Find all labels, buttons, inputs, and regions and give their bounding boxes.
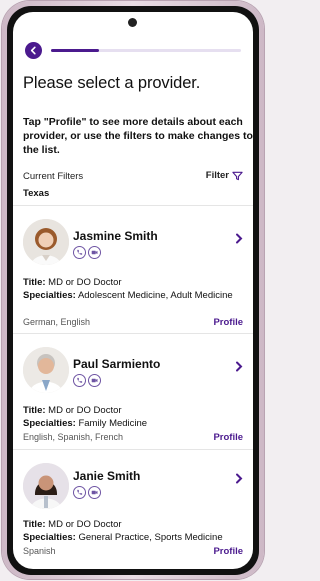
specialties-label: Specialties: xyxy=(23,290,76,301)
provider-name: Janie Smith xyxy=(73,469,141,483)
avatar xyxy=(23,347,69,393)
progress-bar xyxy=(51,49,241,52)
chevron-right-icon[interactable] xyxy=(235,359,243,377)
specialties-value: Family Medicine xyxy=(78,418,148,429)
contact-badges xyxy=(73,246,101,259)
phone-icon xyxy=(73,246,86,259)
provider-specialties: Specialties: Family Medicine xyxy=(23,418,253,430)
phone-icon xyxy=(73,486,86,499)
profile-link[interactable]: Profile xyxy=(213,432,243,443)
title-value: MD or DO Doctor xyxy=(48,519,122,530)
current-filters-label: Current Filters xyxy=(23,171,84,182)
profile-link[interactable]: Profile xyxy=(213,317,243,328)
provider-card[interactable]: Janie Smith Title: MD or DO Doctor Speci… xyxy=(13,449,253,564)
contact-badges xyxy=(73,486,101,499)
provider-title: Title: MD or DO Doctor xyxy=(23,277,253,289)
provider-specialties: Specialties: General Practice, Sports Me… xyxy=(23,532,253,544)
provider-title: Title: MD or DO Doctor xyxy=(23,519,253,531)
avatar xyxy=(23,463,69,509)
front-camera xyxy=(128,18,137,27)
provider-name: Paul Sarmiento xyxy=(73,357,161,371)
provider-card[interactable]: Paul Sarmiento Title: MD or DO Doctor Sp… xyxy=(13,333,253,443)
video-icon xyxy=(88,486,101,499)
app-screen: Please select a provider. Tap "Profile" … xyxy=(13,12,253,569)
video-icon xyxy=(88,374,101,387)
specialties-value: Adolescent Medicine, Adult Medicine xyxy=(77,290,233,301)
profile-link[interactable]: Profile xyxy=(213,546,243,557)
video-icon xyxy=(88,246,101,259)
title-value: MD or DO Doctor xyxy=(48,277,122,288)
provider-languages: German, English xyxy=(23,317,91,327)
progress-bar-fill xyxy=(51,49,99,52)
chevron-right-icon[interactable] xyxy=(235,231,243,249)
specialties-label: Specialties: xyxy=(23,532,76,543)
back-button[interactable] xyxy=(25,42,42,59)
specialties-value: General Practice, Sports Medicine xyxy=(78,532,223,543)
title-label: Title: xyxy=(23,277,46,288)
avatar xyxy=(23,219,69,265)
title-value: MD or DO Doctor xyxy=(48,405,122,416)
phone-frame: Please select a provider. Tap "Profile" … xyxy=(2,1,264,579)
provider-languages: Spanish xyxy=(23,546,56,556)
contact-badges xyxy=(73,374,101,387)
title-label: Title: xyxy=(23,519,46,530)
intro-text: Tap "Profile" to see more details about … xyxy=(23,116,253,156)
provider-specialties: Specialties: Adolescent Medicine, Adult … xyxy=(23,290,253,302)
filter-button-label: Filter xyxy=(205,170,229,181)
specialties-label: Specialties: xyxy=(23,418,76,429)
provider-title: Title: MD or DO Doctor xyxy=(23,405,253,417)
filter-icon xyxy=(232,171,243,180)
filter-button[interactable]: Filter xyxy=(206,170,243,181)
provider-languages: English, Spanish, French xyxy=(23,432,124,442)
chevron-right-icon[interactable] xyxy=(235,471,243,489)
page-title: Please select a provider. xyxy=(23,74,201,92)
provider-name: Jasmine Smith xyxy=(73,229,158,243)
phone-icon xyxy=(73,374,86,387)
back-arrow-icon xyxy=(30,46,36,55)
phone-bezel: Please select a provider. Tap "Profile" … xyxy=(7,6,259,575)
current-filter-value: Texas xyxy=(23,188,50,199)
provider-card[interactable]: Jasmine Smith Title: MD or DO Doctor Spe… xyxy=(13,205,253,330)
title-label: Title: xyxy=(23,405,46,416)
